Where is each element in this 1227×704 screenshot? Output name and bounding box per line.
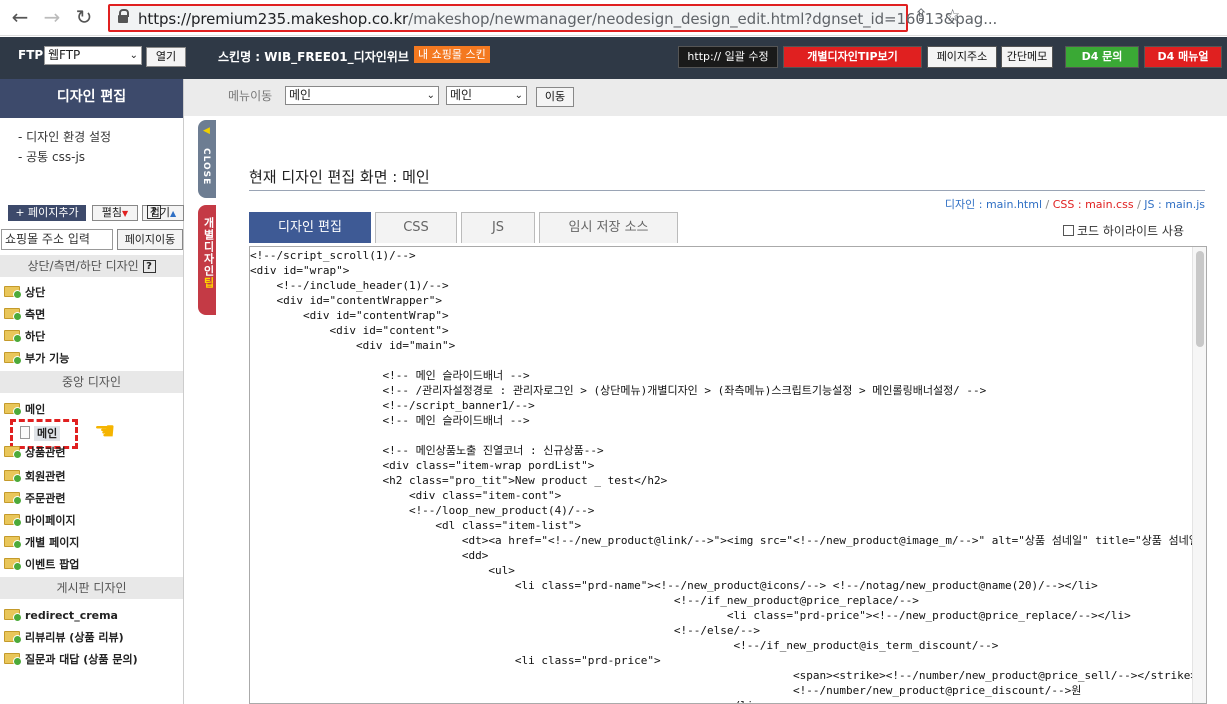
- expand-button[interactable]: 펼침▼: [92, 205, 138, 221]
- folder-icon: [4, 403, 22, 416]
- tab-js[interactable]: JS: [461, 212, 535, 243]
- folder-icon: [4, 446, 22, 459]
- shop-address-input[interactable]: 쇼핑몰 주소 입력: [1, 229, 113, 250]
- folder-icon: [4, 558, 22, 571]
- chevron-down-icon: ⌄: [426, 90, 435, 101]
- url-text: https://premium235.makeshop.co.kr/makesh…: [138, 10, 998, 28]
- ftp-label: FTP: [18, 48, 44, 62]
- tree-item-redirect-crema[interactable]: redirect_crema: [4, 606, 118, 626]
- folder-icon: [4, 609, 22, 622]
- pointing-hand-icon: ☚: [94, 417, 116, 445]
- file-links: 디자인 : main.html / CSS : main.css / JS : …: [944, 198, 1205, 211]
- section-center-design: 중앙 디자인: [0, 371, 183, 393]
- common-css-js-link[interactable]: - 공통 css-js: [18, 148, 183, 168]
- folder-icon: [4, 330, 22, 343]
- tree-item-bottom[interactable]: 하단: [4, 327, 45, 347]
- menu-select-1[interactable]: 메인 ⌄: [285, 86, 439, 105]
- skin-name: 스킨명 : WIB_FREE01_디자인위브: [218, 50, 409, 64]
- tree-item-top[interactable]: 상단: [4, 283, 45, 303]
- back-icon[interactable]: ←: [8, 6, 32, 30]
- tree-item-side[interactable]: 측면: [4, 305, 45, 325]
- caret-down-icon: ▼: [122, 209, 129, 218]
- browser-toolbar: ← → ↻ https://premium235.makeshop.co.kr/…: [0, 0, 1227, 36]
- main-content: 현재 디자인 편집 화면 : 메인 디자인 : main.html / CSS …: [217, 116, 1227, 704]
- section-board-design: 게시판 디자인: [0, 577, 183, 599]
- tree-item-custom-page[interactable]: 개별 페이지: [4, 533, 79, 553]
- http-bulk-edit-button[interactable]: http:// 일괄 수정: [678, 46, 778, 68]
- ftp-open-button[interactable]: 열기: [146, 47, 186, 67]
- ftp-select[interactable]: 웹FTP ⌄: [44, 46, 142, 65]
- admin-topbar: FTP 웹FTP ⌄ 열기 스킨명 : WIB_FREE01_디자인위브 내 쇼핑…: [0, 37, 1227, 79]
- memo-button[interactable]: 간단메모: [1001, 46, 1053, 68]
- tab-css[interactable]: CSS: [375, 212, 457, 243]
- folder-icon: [4, 536, 22, 549]
- share-icon[interactable]: ⇪: [914, 6, 928, 26]
- tree-item-mypage[interactable]: 마이페이지: [4, 511, 76, 531]
- section-top-side-bottom: 상단/측면/하단 디자인 ?: [0, 255, 183, 277]
- design-tip-button[interactable]: 개별디자인TIP보기: [783, 46, 922, 68]
- tree-item-review[interactable]: 리뷰리뷰 (상품 리뷰): [4, 628, 124, 648]
- sidebar-title: 디자인 편집: [0, 79, 183, 118]
- menu-move-bar: 메뉴이동 메인 ⌄ 메인 ⌄ 이동: [184, 79, 1227, 116]
- folder-icon: [4, 470, 22, 483]
- close-panel-tab[interactable]: ◀ CLOSE: [198, 120, 216, 198]
- d4-inquiry-button[interactable]: D4 문의: [1065, 46, 1139, 68]
- help-icon[interactable]: ?: [142, 260, 156, 273]
- forward-icon[interactable]: →: [40, 6, 64, 30]
- tree-item-orders[interactable]: 주문관련: [4, 489, 65, 509]
- file-item-main[interactable]: 메인: [20, 425, 61, 443]
- tree-item-event-popup[interactable]: 이벤트 팝업: [4, 555, 79, 575]
- scrollbar[interactable]: [1192, 247, 1206, 703]
- css-file-link[interactable]: CSS : main.css: [1053, 198, 1134, 211]
- menu-move-button[interactable]: 이동: [536, 87, 574, 107]
- js-file-link[interactable]: JS : main.js: [1144, 198, 1205, 211]
- scrollbar-thumb[interactable]: [1196, 251, 1204, 347]
- menu-move-label: 메뉴이동: [228, 89, 273, 103]
- add-page-button[interactable]: + 페이지추가: [8, 205, 86, 221]
- folder-icon: [4, 286, 22, 299]
- folder-icon: [4, 631, 22, 644]
- d4-manual-button[interactable]: D4 매뉴얼: [1144, 46, 1222, 68]
- caret-up-icon: ▲: [170, 209, 177, 218]
- page-move-button[interactable]: 페이지이동: [117, 229, 183, 250]
- folder-icon: [4, 352, 22, 365]
- design-tip-tab[interactable]: 개별디자인팁: [198, 205, 216, 315]
- page-title: 현재 디자인 편집 화면 : 메인: [249, 168, 430, 186]
- help-button[interactable]: ?: [147, 205, 161, 219]
- design-file-link[interactable]: 디자인 : main.html: [945, 198, 1042, 211]
- folder-icon: [4, 653, 22, 666]
- folder-icon: [4, 514, 22, 527]
- folder-icon: [4, 492, 22, 505]
- tree-item-main[interactable]: 메인: [4, 400, 45, 420]
- chevron-down-icon: ⌄: [129, 50, 138, 61]
- skin-badge: 내 쇼핑몰 스킨: [414, 46, 490, 63]
- address-bar[interactable]: https://premium235.makeshop.co.kr/makesh…: [108, 4, 997, 32]
- tree-item-members[interactable]: 회원관련: [4, 467, 65, 487]
- code-text[interactable]: <!--/script_scroll(1)/--> <div id="wrap"…: [250, 247, 1206, 703]
- title-divider: [249, 190, 1205, 191]
- menu-select-2[interactable]: 메인 ⌄: [446, 86, 527, 105]
- tree-item-qna[interactable]: 질문과 대답 (상품 문의): [4, 650, 138, 670]
- file-icon: [20, 426, 30, 439]
- tab-temp-saved-source[interactable]: 임시 저장 소스: [539, 212, 678, 243]
- tree-item-products[interactable]: 상품관련: [4, 443, 65, 463]
- chevron-down-icon: ⌄: [514, 90, 523, 101]
- chevron-left-icon: ◀: [203, 126, 210, 136]
- tree-item-extra[interactable]: 부가 기능: [4, 349, 69, 369]
- page-address-button[interactable]: 페이지주소: [927, 46, 997, 68]
- reload-icon[interactable]: ↻: [72, 6, 96, 30]
- design-settings-link[interactable]: - 디자인 환경 설정: [18, 128, 183, 148]
- folder-icon: [4, 308, 22, 321]
- code-highlight-checkbox[interactable]: 코드 하이라이트 사용: [1063, 222, 1184, 239]
- left-sidebar: 디자인 편집 - 디자인 환경 설정 - 공통 css-js + 페이지추가 펼…: [0, 79, 184, 704]
- bookmark-star-icon[interactable]: ☆: [945, 6, 960, 26]
- lock-icon: [118, 9, 129, 24]
- code-editor[interactable]: <!--/script_scroll(1)/--> <div id="wrap"…: [249, 246, 1207, 704]
- tab-design-edit[interactable]: 디자인 편집: [249, 212, 371, 243]
- checkbox-icon: [1063, 225, 1074, 236]
